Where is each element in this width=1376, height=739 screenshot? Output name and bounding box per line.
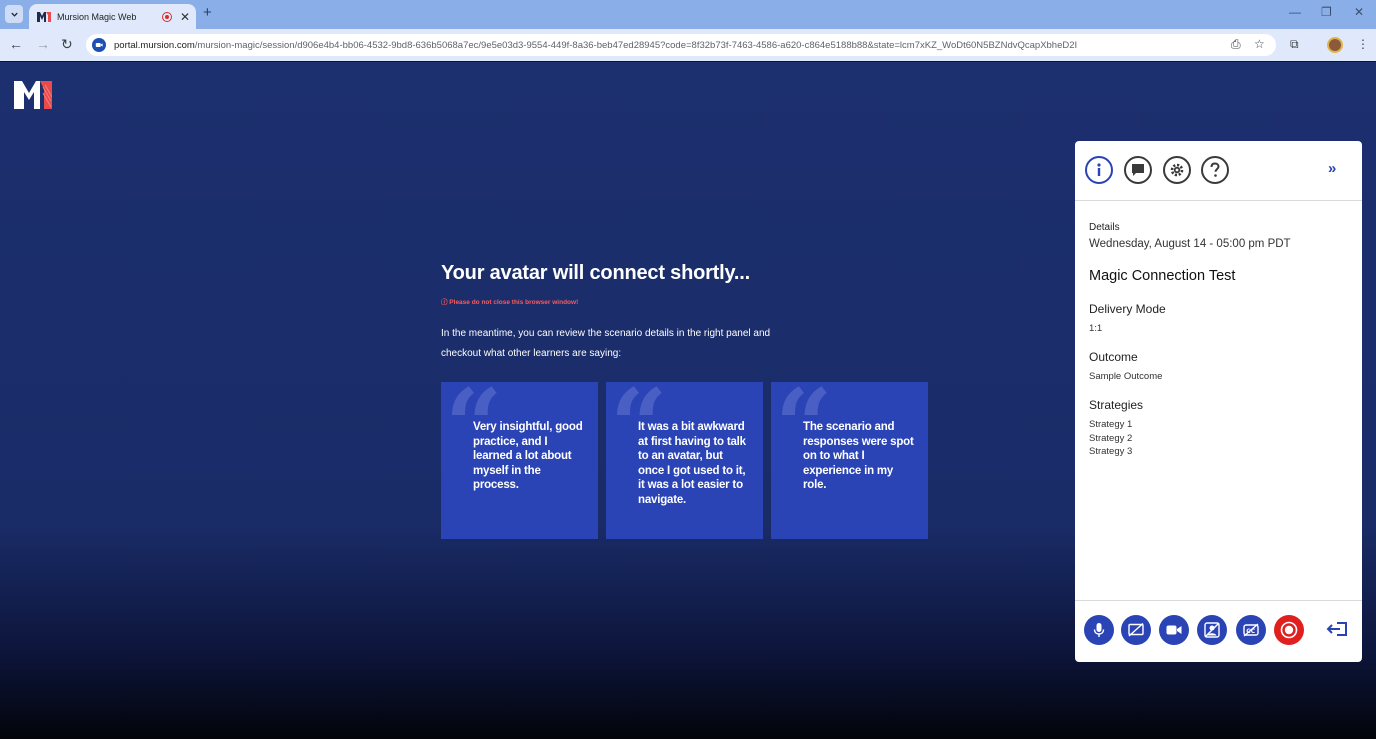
- video-camera-icon: [1166, 625, 1182, 635]
- new-tab-button[interactable]: +: [203, 5, 212, 20]
- address-bar[interactable]: portal.mursion.com/mursion-magic/session…: [86, 34, 1276, 56]
- record-button[interactable]: [1274, 615, 1304, 645]
- mursion-logo-icon: [14, 81, 52, 109]
- session-datetime: Wednesday, August 14 - 05:00 pm PDT: [1089, 238, 1291, 250]
- window-close-icon[interactable]: ✕: [1354, 6, 1364, 18]
- list-item: Strategy 2: [1089, 432, 1133, 444]
- delivery-mode-value: 1:1: [1089, 323, 1103, 334]
- minimize-icon[interactable]: —: [1289, 6, 1301, 18]
- outcome-label: Outcome: [1089, 350, 1138, 364]
- captions-button[interactable]: CC: [1236, 615, 1266, 645]
- list-item: Strategy 1: [1089, 419, 1133, 430]
- delivery-mode-label: Delivery Mode: [1089, 302, 1166, 316]
- screen-share-off-icon: [1128, 623, 1144, 637]
- collapse-panel-icon[interactable]: »: [1328, 161, 1336, 176]
- screen-share-button[interactable]: [1121, 615, 1151, 645]
- chat-icon[interactable]: [1124, 156, 1152, 184]
- url-text: portal.mursion.com/mursion-magic/session…: [114, 39, 1078, 51]
- close-window-warning: ⓘ Please do not close this browser windo…: [441, 299, 579, 306]
- testimonial-card: “ It was a bit awkward at first having t…: [606, 382, 763, 539]
- tab-search-button[interactable]: [5, 5, 23, 23]
- record-icon: [1280, 621, 1298, 639]
- page-title: Your avatar will connect shortly...: [441, 262, 751, 284]
- intro-text: In the meantime, you can review the scen…: [441, 328, 771, 359]
- tab-close-icon[interactable]: ✕: [180, 11, 190, 23]
- info-icon[interactable]: [1085, 156, 1113, 184]
- browser-tab-strip: Mursion Magic Web ✕ + — ❐ ✕: [0, 0, 1376, 29]
- testimonial-card: “ The scenario and responses were spot o…: [771, 382, 928, 539]
- mursion-favicon-icon: [37, 11, 51, 22]
- session-details-panel: » Details Wednesday, August 14 - 05:00 p…: [1075, 141, 1362, 662]
- install-app-icon[interactable]: ⎙: [1231, 38, 1241, 50]
- svg-text:CC: CC: [1246, 628, 1255, 635]
- testimonial-text: The scenario and responses were spot on …: [803, 421, 914, 491]
- chevron-down-icon: [10, 12, 18, 17]
- testimonial-text: It was a bit awkward at first having to …: [638, 421, 746, 506]
- outcome-value: Sample Outcome: [1089, 371, 1163, 382]
- panel-tab-bar: »: [1075, 141, 1362, 201]
- forward-icon[interactable]: →: [36, 37, 50, 51]
- gear-icon[interactable]: [1163, 156, 1191, 184]
- profile-avatar[interactable]: [1327, 37, 1343, 53]
- extensions-icon[interactable]: ⧉: [1290, 38, 1299, 50]
- browser-menu-icon[interactable]: ⋮: [1357, 38, 1369, 50]
- avatar-view-button[interactable]: [1197, 615, 1227, 645]
- video-button[interactable]: [1159, 615, 1189, 645]
- avatar-view-off-icon: [1204, 622, 1220, 638]
- microphone-button[interactable]: [1084, 615, 1114, 645]
- captions-off-icon: CC: [1243, 623, 1259, 637]
- tab-recording-icon: [161, 11, 172, 22]
- exit-session-icon[interactable]: [1326, 621, 1348, 642]
- reload-icon[interactable]: ↻: [61, 37, 73, 51]
- microphone-icon: [1093, 623, 1105, 637]
- help-icon[interactable]: [1201, 156, 1229, 184]
- session-controls: CC: [1075, 600, 1362, 662]
- browser-tab[interactable]: Mursion Magic Web ✕: [29, 4, 196, 29]
- back-icon[interactable]: ←: [9, 37, 23, 51]
- list-item: Strategy 3: [1089, 446, 1133, 457]
- site-info-icon[interactable]: [92, 38, 106, 52]
- bookmark-star-icon[interactable]: ☆: [1254, 38, 1265, 50]
- tab-title: Mursion Magic Web: [57, 11, 137, 22]
- session-title: Magic Connection Test: [1089, 268, 1236, 284]
- details-label: Details: [1089, 222, 1120, 233]
- strategies-label: Strategies: [1089, 398, 1144, 412]
- restore-icon[interactable]: ❐: [1321, 6, 1332, 18]
- testimonial-text: Very insightful, good practice, and I le…: [473, 421, 583, 491]
- strategies-list: Strategy 1 Strategy 2 Strategy 3: [1089, 418, 1132, 459]
- testimonial-card: “ Very insightful, good practice, and I …: [441, 382, 598, 539]
